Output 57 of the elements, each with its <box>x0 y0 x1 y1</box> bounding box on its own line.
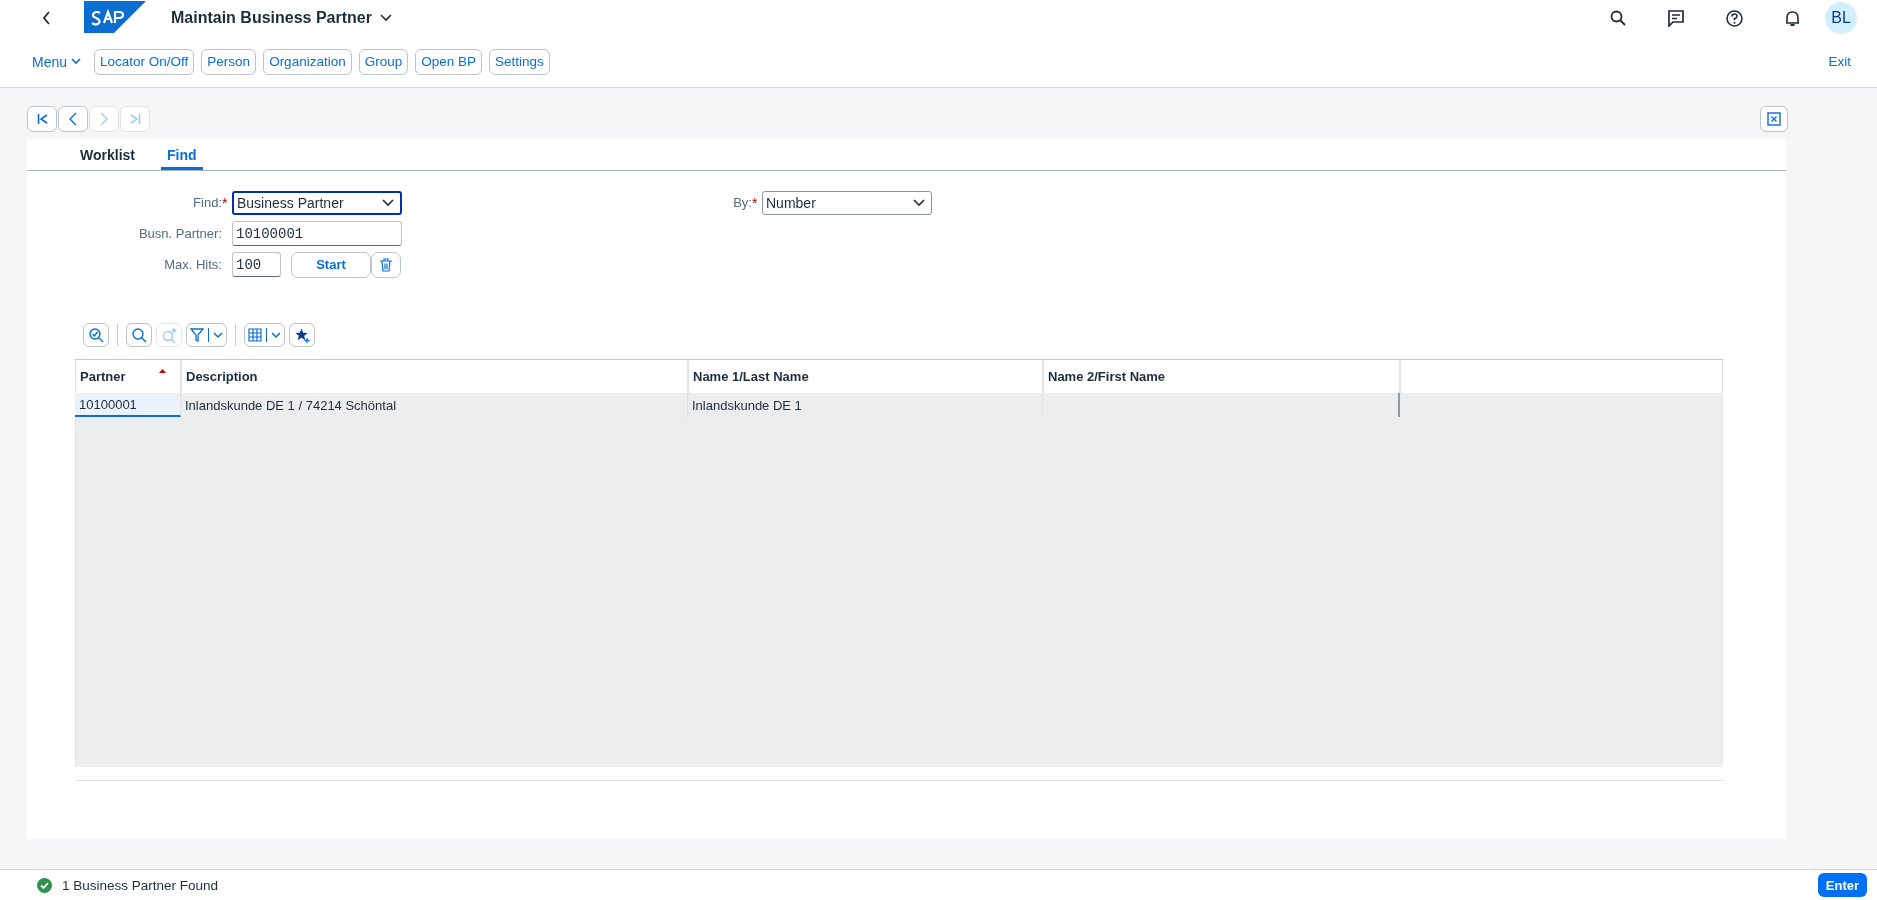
grid-icon <box>248 328 262 342</box>
find-dropdown[interactable]: Business Partner <box>232 190 402 215</box>
toolbar-button[interactable]: Open BP <box>415 48 482 75</box>
help-icon <box>1726 9 1743 27</box>
status-message: 1 Business Partner Found <box>62 877 219 893</box>
search-icon <box>131 327 147 343</box>
trash-icon <box>380 257 392 272</box>
toolbar-button[interactable]: Locator On/Off <box>94 48 195 75</box>
first-icon <box>36 114 48 124</box>
close-icon <box>1767 112 1781 126</box>
tab[interactable]: Worklist <box>74 139 141 170</box>
filter-icon <box>190 328 204 342</box>
chevron-down-icon <box>379 14 392 22</box>
magnifier-plus-icon <box>161 327 177 343</box>
by-label: By: <box>732 195 752 210</box>
user-avatar[interactable]: BL <box>1825 2 1857 34</box>
required-mark: * <box>752 194 759 211</box>
chevron-down-icon <box>913 198 925 207</box>
first-page-button[interactable] <box>27 106 57 132</box>
toolbar-button[interactable]: Settings <box>489 48 550 75</box>
table-cell: 10100001 <box>75 393 181 417</box>
start-button[interactable]: Start <box>291 251 371 278</box>
partner-input[interactable]: 10100001 <box>232 221 402 246</box>
enter-button[interactable]: Enter <box>1817 873 1867 897</box>
tab[interactable]: Find <box>161 139 203 170</box>
chevron-right-icon <box>100 112 108 126</box>
search-icon <box>1610 10 1626 26</box>
required-mark: * <box>222 194 229 211</box>
success-icon <box>37 877 52 893</box>
close-button[interactable] <box>1760 106 1788 132</box>
menu-button[interactable]: Menu <box>32 53 88 70</box>
toolbar-button[interactable]: Organization <box>263 48 352 75</box>
chevron-down-icon <box>71 58 82 65</box>
chevron-down-icon <box>271 331 281 339</box>
app-title-menu[interactable]: Maintain Business Partner <box>171 9 392 27</box>
toolbar-button[interactable]: Person <box>201 48 257 75</box>
zoom-check-button[interactable] <box>83 323 109 347</box>
chevron-left-icon <box>69 112 77 126</box>
filter-button[interactable] <box>186 323 227 347</box>
partner-label: Busn. Partner: <box>137 226 222 241</box>
chevron-down-icon <box>213 331 223 339</box>
delete-button[interactable] <box>371 251 401 278</box>
layout-button[interactable] <box>244 323 285 347</box>
toolbar-button[interactable]: Group <box>358 48 409 75</box>
star-plus-icon <box>294 327 310 343</box>
bell-icon <box>1785 9 1800 27</box>
exit-button[interactable]: Exit <box>1822 53 1857 70</box>
back-icon <box>42 11 52 25</box>
last-icon <box>129 114 141 124</box>
max-hits-input[interactable]: 100 <box>232 252 281 277</box>
max-hits-label: Max. Hits: <box>163 257 222 272</box>
chevron-down-icon <box>382 198 394 207</box>
by-dropdown[interactable]: Number <box>762 190 932 215</box>
chat-icon <box>1668 9 1684 27</box>
magnifier-check-icon <box>88 327 104 343</box>
find-label: Find: <box>192 195 222 210</box>
favorite-button[interactable] <box>289 323 315 347</box>
